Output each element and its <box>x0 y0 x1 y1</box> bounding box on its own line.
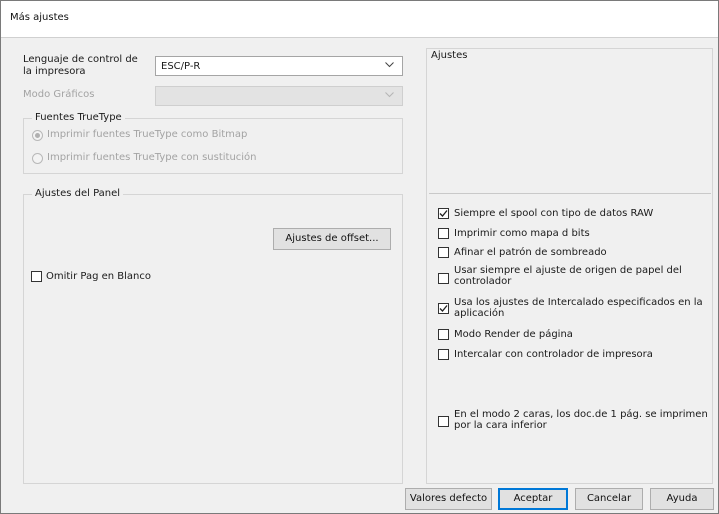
help-button[interactable]: Ayuda <box>650 488 714 510</box>
driver-collate-label: Intercalar con controlador de impresora <box>454 349 653 360</box>
app-collate-label: Usa los ajustes de Intercalado especific… <box>454 297 703 319</box>
driver-collate-checkbox[interactable] <box>438 349 449 360</box>
truetype-bitmap-radio[interactable] <box>32 130 43 141</box>
skip-blank-page-checkbox[interactable] <box>31 271 42 282</box>
print-as-bitmap-checkbox[interactable] <box>438 228 449 239</box>
graphics-mode-dropdown[interactable] <box>155 86 403 106</box>
more-settings-dialog: Más ajustes Lenguaje de control de la im… <box>0 0 719 514</box>
offset-settings-button[interactable]: Ajustes de offset... <box>273 228 391 250</box>
settings-panel-title: Ajustes <box>431 50 468 61</box>
defaults-button[interactable]: Valores defecto <box>405 488 492 510</box>
chevron-down-icon <box>385 62 394 68</box>
driver-paper-source-label: Usar siempre el ajuste de origen de pape… <box>454 265 682 287</box>
raw-spool-checkbox[interactable] <box>438 208 449 219</box>
raw-spool-label: Siempre el spool con tipo de datos RAW <box>454 208 654 219</box>
truetype-bitmap-label: Imprimir fuentes TrueType como Bitmap <box>47 129 248 140</box>
truetype-substitution-label: Imprimir fuentes TrueType con sustitució… <box>47 152 257 163</box>
app-collate-checkbox[interactable] <box>438 303 449 314</box>
chevron-down-icon <box>385 92 394 98</box>
checkmark-icon <box>439 305 448 312</box>
page-render-mode-checkbox[interactable] <box>438 329 449 340</box>
duplex-single-page-label: En el modo 2 caras, los doc.de 1 pág. se… <box>454 409 708 431</box>
truetype-group-title: Fuentes TrueType <box>32 112 125 124</box>
title-bar: Más ajustes <box>1 1 718 38</box>
page-render-mode-label: Modo Render de página <box>454 329 573 340</box>
truetype-fonts-group: Fuentes TrueType <box>23 112 403 174</box>
refine-shading-checkbox[interactable] <box>438 247 449 258</box>
print-as-bitmap-label: Imprimir como mapa d bits <box>454 228 590 239</box>
skip-blank-page-label: Omitir Pag en Blanco <box>46 271 152 282</box>
accept-button[interactable]: Aceptar <box>498 488 568 510</box>
driver-paper-source-checkbox[interactable] <box>438 273 449 284</box>
panel-group-title: Ajustes del Panel <box>32 188 124 200</box>
printer-language-label: Lenguaje de control de la impresora <box>23 54 138 77</box>
printer-language-value: ESC/P-R <box>161 61 201 72</box>
truetype-substitution-radio[interactable] <box>32 153 43 164</box>
graphics-mode-label: Modo Gráficos <box>23 89 95 100</box>
printer-language-dropdown[interactable]: ESC/P-R <box>155 56 403 76</box>
window-title: Más ajustes <box>10 12 69 23</box>
settings-separator <box>429 193 711 194</box>
duplex-single-page-checkbox[interactable] <box>438 416 449 427</box>
refine-shading-label: Afinar el patrón de sombreado <box>454 247 607 258</box>
checkmark-icon <box>439 210 448 217</box>
cancel-button[interactable]: Cancelar <box>575 488 643 510</box>
